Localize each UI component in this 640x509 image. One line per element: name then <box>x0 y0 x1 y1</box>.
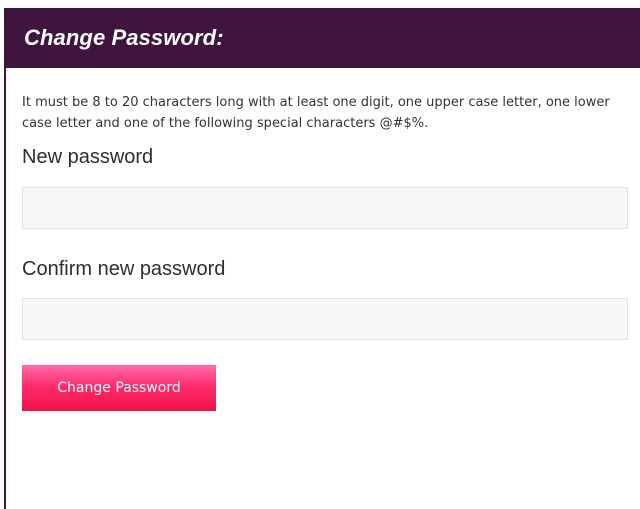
page-title: Change Password: <box>24 25 224 50</box>
change-password-form: It must be 8 to 20 characters long with … <box>6 92 640 411</box>
confirm-password-label: Confirm new password <box>22 258 226 280</box>
change-password-button[interactable]: Change Password <box>22 365 216 411</box>
panel-header: Change Password: <box>6 8 640 68</box>
password-rules-text: It must be 8 to 20 characters long with … <box>22 95 610 131</box>
new-password-label: New password <box>22 146 154 168</box>
new-password-input[interactable] <box>22 187 628 229</box>
change-password-panel: Change Password: It must be 8 to 20 char… <box>4 8 640 509</box>
confirm-password-input[interactable] <box>22 298 628 340</box>
